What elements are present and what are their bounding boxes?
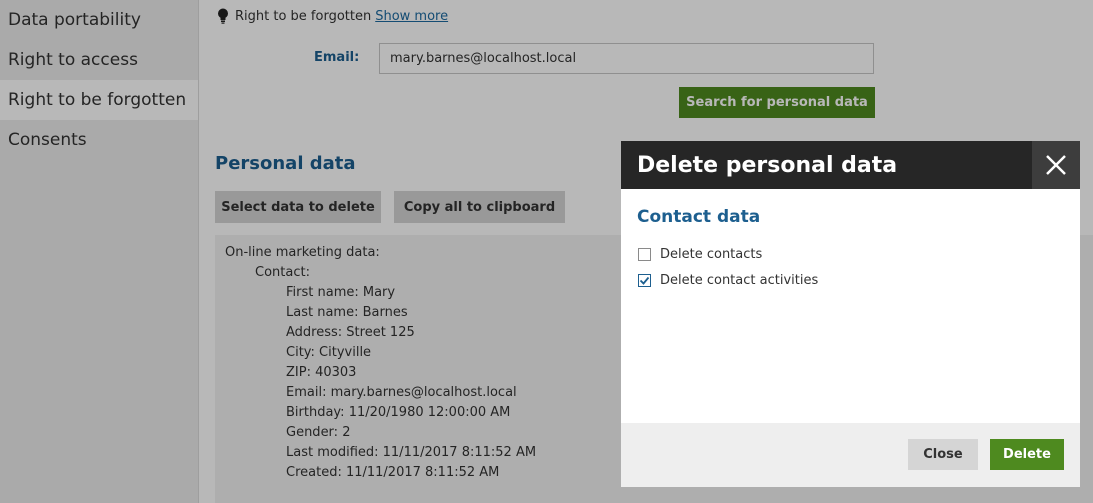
dialog-title: Delete personal data [637,153,898,178]
close-icon[interactable] [1032,141,1080,189]
contact-data-heading: Contact data [637,207,761,227]
delete-button[interactable]: Delete [990,439,1064,470]
checkmark-icon [639,276,650,285]
delete-contact-activities-checkbox[interactable] [638,274,651,287]
delete-personal-data-dialog: Delete personal data Contact data Delete… [621,141,1080,487]
close-button[interactable]: Close [908,439,978,470]
delete-contacts-checkbox[interactable] [638,248,651,261]
delete-contact-activities-label: Delete contact activities [660,273,819,288]
delete-contacts-option[interactable]: Delete contacts [638,247,762,262]
delete-contact-activities-option[interactable]: Delete contact activities [638,273,818,288]
delete-contacts-label: Delete contacts [660,247,763,262]
dialog-footer: Close Delete [621,423,1080,487]
dialog-header: Delete personal data [621,141,1080,189]
